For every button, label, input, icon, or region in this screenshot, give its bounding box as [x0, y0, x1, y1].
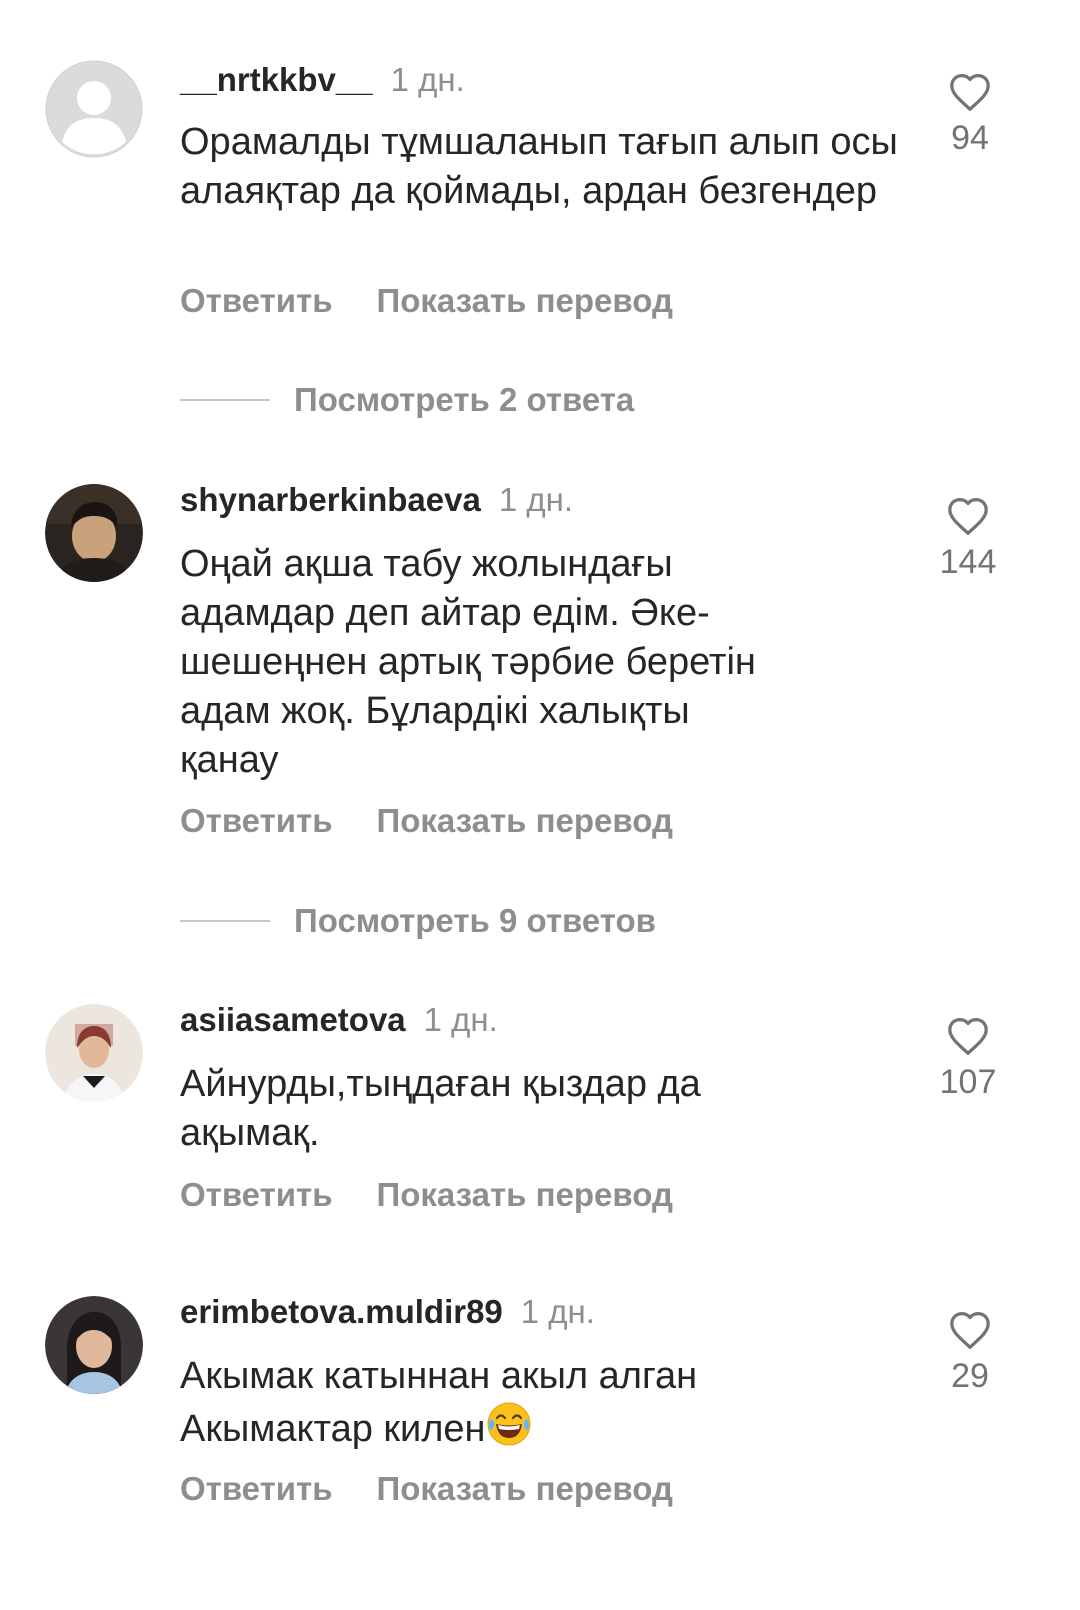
like-control: 107: [918, 1016, 1018, 1104]
grinning-with-tears-emoji-icon: [487, 1402, 531, 1446]
comment-time: 1 дн.: [390, 61, 465, 98]
like-control: 94: [920, 72, 1020, 160]
avatar[interactable]: [45, 484, 143, 582]
comment-time: 1 дн.: [520, 1293, 595, 1330]
avatar[interactable]: [45, 1004, 143, 1102]
comment-time: 1 дн.: [423, 1001, 498, 1038]
comment-actions: Ответить Показать перевод: [180, 799, 673, 843]
comment-meta: asiiasametova 1 дн.: [180, 998, 498, 1042]
comment-actions: Ответить Показать перевод: [180, 1467, 673, 1511]
replies-divider: [180, 920, 270, 922]
show-translation-button[interactable]: Показать перевод: [377, 1176, 673, 1213]
comment-text-content: Акымак катыннан акыл алган Акымактар кил…: [180, 1355, 698, 1450]
view-replies-label: Посмотреть 2 ответа: [294, 381, 635, 418]
heart-icon[interactable]: [946, 496, 990, 536]
like-count: 29: [951, 1357, 989, 1395]
comment-username[interactable]: erimbetova.muldir89: [180, 1293, 503, 1330]
comment-username[interactable]: asiiasametova: [180, 1001, 406, 1038]
comment-text: Оңай ақша табу жолындағы адамдар деп айт…: [180, 543, 756, 781]
reply-button[interactable]: Ответить: [180, 802, 333, 839]
comment-text: Акымак катыннан акыл алган Акымактар кил…: [180, 1352, 820, 1454]
heart-icon[interactable]: [946, 1016, 990, 1056]
comment-meta: __nrtkkbv__ 1 дн.: [180, 58, 465, 102]
comment-username[interactable]: shynarberkinbaeva: [180, 481, 481, 518]
comment-time: 1 дн.: [498, 481, 573, 518]
like-count: 144: [939, 543, 997, 581]
comment-meta: erimbetova.muldir89 1 дн.: [180, 1290, 595, 1334]
view-replies-button[interactable]: Посмотреть 9 ответов: [180, 899, 656, 943]
comment-actions: Ответить Показать перевод: [180, 279, 673, 323]
like-control: 29: [920, 1310, 1020, 1398]
like-count: 107: [939, 1063, 997, 1101]
reply-button[interactable]: Ответить: [180, 282, 333, 319]
heart-icon[interactable]: [948, 1310, 992, 1350]
comment-actions: Ответить Показать перевод: [180, 1173, 673, 1217]
view-replies-button[interactable]: Посмотреть 2 ответа: [180, 378, 634, 422]
replies-divider: [180, 399, 270, 401]
default-avatar-icon[interactable]: [45, 60, 143, 158]
avatar[interactable]: [45, 1296, 143, 1394]
comment-text: Айнурды,тыңдаған қыздар да ақымақ.: [180, 1063, 701, 1154]
reply-button[interactable]: Ответить: [180, 1470, 333, 1507]
reply-button[interactable]: Ответить: [180, 1176, 333, 1213]
view-replies-label: Посмотреть 9 ответов: [294, 902, 656, 939]
show-translation-button[interactable]: Показать перевод: [377, 802, 673, 839]
heart-icon[interactable]: [948, 72, 992, 112]
show-translation-button[interactable]: Показать перевод: [377, 282, 673, 319]
comment-username[interactable]: __nrtkkbv__: [180, 61, 373, 98]
like-count: 94: [951, 119, 989, 157]
show-translation-button[interactable]: Показать перевод: [377, 1470, 673, 1507]
comment-meta: shynarberkinbaeva 1 дн.: [180, 478, 573, 522]
comment-text: Орамалды тұмшаланып тағып алып осы алаяқ…: [180, 121, 898, 212]
like-control: 144: [918, 496, 1018, 584]
